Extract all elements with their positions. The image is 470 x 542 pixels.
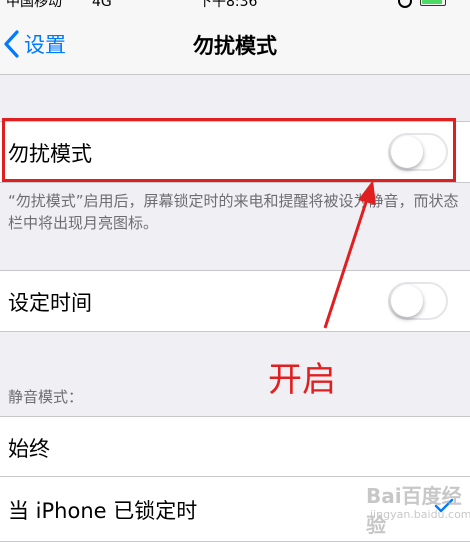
dnd-label: 勿扰模式 bbox=[8, 142, 92, 166]
network-type: 4G bbox=[92, 0, 112, 10]
navigation-bar: 设置 勿扰模式 bbox=[0, 12, 470, 75]
silence-option-label: 始终 bbox=[8, 437, 50, 461]
toggle-knob bbox=[391, 285, 423, 317]
scheduled-toggle[interactable] bbox=[388, 282, 448, 320]
silence-option-label: 当 iPhone 已锁定时 bbox=[8, 499, 198, 523]
page-title: 勿扰模式 bbox=[193, 34, 277, 58]
carrier-name: 中国移动 bbox=[6, 0, 62, 10]
dnd-footnote: “勿扰模式”启用后，屏幕锁定时的来电和提醒将被设为静音，而状态栏中将出现月亮图标… bbox=[8, 192, 459, 232]
alarm-icon bbox=[398, 0, 412, 8]
annotation-label: 开启 bbox=[268, 360, 336, 400]
battery-icon bbox=[420, 0, 446, 6]
status-bar: 中国移动 4G 下午8:36 bbox=[0, 0, 470, 12]
scheduled-label: 设定时间 bbox=[8, 291, 92, 315]
status-time: 下午8:36 bbox=[198, 0, 258, 10]
dnd-toggle[interactable] bbox=[388, 133, 448, 171]
silence-section-header: 静音模式： bbox=[8, 388, 84, 406]
scheduled-row: 设定时间 bbox=[0, 270, 470, 332]
baidu-watermark: Bai百度经验 jingyan.baidu.com bbox=[366, 474, 470, 537]
silence-option-always[interactable]: 始终 bbox=[0, 416, 470, 477]
toggle-knob bbox=[391, 136, 423, 168]
watermark-url: jingyan.baidu.com bbox=[370, 508, 470, 521]
dnd-row: 勿扰模式 bbox=[0, 121, 470, 183]
